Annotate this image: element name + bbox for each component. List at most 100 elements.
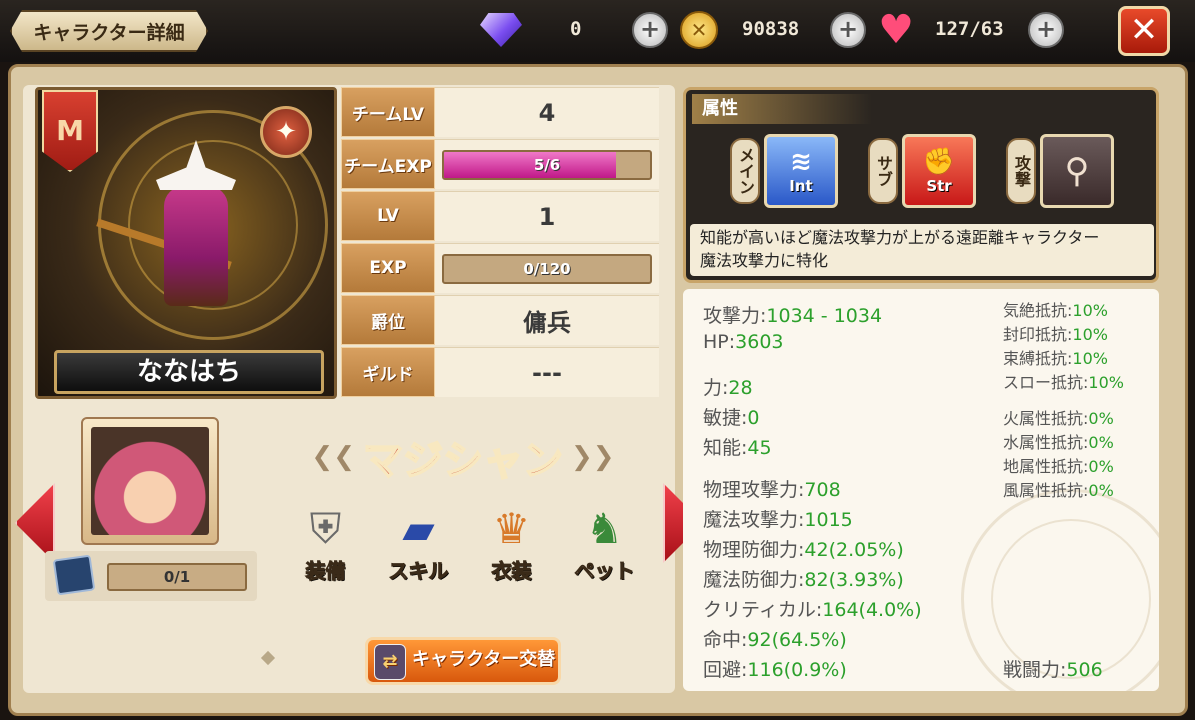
team-lv-label: チームLV: [341, 87, 435, 137]
swap-character-button[interactable]: ⇄ キャラクター交替: [365, 637, 561, 685]
character-sprite: [164, 186, 228, 306]
lv-value: 1: [435, 191, 659, 241]
stat-bind-resist: 束縛抵抗:10%: [1003, 349, 1108, 368]
stat-seal-resist: 封印抵抗:10%: [1003, 325, 1108, 344]
spellbook-icon: ▰: [402, 504, 435, 553]
attribute-description: 知能が高いほど魔法攻撃力が上がる遠距離キャラクター 魔法攻撃力に特化: [690, 224, 1154, 276]
gold-coin-icon: ✕: [680, 11, 718, 49]
costume-icon: ♛: [492, 504, 531, 553]
top-bar: キャラクター詳細 0 + ✕ 90838 + ♥ 127/63 + ✕: [0, 0, 1195, 62]
stat-slow-resist: スロー抵抗:10%: [1003, 373, 1124, 392]
card-icon: [52, 554, 96, 596]
character-face-frame[interactable]: [81, 417, 219, 545]
equip-label: 装備: [305, 559, 346, 584]
pet-label: ペット: [574, 559, 635, 584]
magic-staff-icon[interactable]: ⚲: [1040, 134, 1114, 208]
stat-wind-resist: 風属性抵抗:0%: [1003, 481, 1114, 500]
stat-physical-defense: 物理防御力:42(2.05%): [703, 539, 904, 561]
exp-bar: 0/120: [442, 253, 652, 284]
add-gems-button[interactable]: +: [632, 12, 668, 48]
equip-button[interactable]: ⛨ 装備: [285, 499, 367, 599]
stat-evasion: 回避:116(0.9%): [703, 659, 847, 681]
sub-attribute-abbr: Str: [926, 177, 952, 195]
exp-row: EXP 0/120: [341, 243, 659, 293]
gold-counter: ✕: [680, 10, 718, 50]
sub-attribute: サブ ✊ Str: [868, 134, 976, 208]
sub-tag: サブ: [868, 138, 898, 204]
stat-fire-resist: 火属性抵抗:0%: [1003, 409, 1114, 428]
page-title: キャラクター詳細: [10, 10, 208, 52]
attribute-title: 属性: [692, 94, 872, 124]
team-exp-value: 5/6: [533, 155, 561, 174]
stat-hp: HP:3603: [703, 331, 784, 353]
add-stamina-button[interactable]: +: [1028, 12, 1064, 48]
card-count: 0/1: [107, 563, 247, 591]
main-tag: メイン: [730, 138, 760, 204]
gem-icon: [480, 13, 522, 47]
stamina-counter: ♥: [876, 10, 916, 50]
armor-icon: ⛨: [309, 504, 342, 553]
stat-combat-power: 戦闘力:506: [1003, 659, 1103, 681]
heart-icon: ♥: [878, 7, 914, 53]
gem-counter: [480, 10, 522, 50]
rank-emblem-icon: ✦: [260, 106, 312, 158]
class-plate: ❮❮ マジシャン ❯❯: [275, 423, 651, 491]
guild-label: ギルド: [341, 347, 435, 397]
close-button[interactable]: ✕: [1118, 6, 1170, 56]
exp-label: EXP: [341, 243, 435, 293]
attribute-description-line1: 知能が高いほど魔法攻撃力が上がる遠距離キャラクター: [700, 228, 1100, 247]
profile-table: チームLV 4 チームEXP 5/6 LV 1 EXP 0/120 爵位 傭兵 …: [341, 87, 659, 399]
team-exp-label: チームEXP: [341, 139, 435, 189]
card-counter: 0/1: [45, 551, 257, 601]
main-attribute-abbr: Int: [789, 177, 813, 195]
attribute-panel: 属性 メイン ≋ Int サブ ✊ Str 攻撃 ⚲ 知能が高いほど魔法攻撃力が…: [683, 87, 1159, 283]
strength-fist-icon[interactable]: ✊ Str: [902, 134, 976, 208]
stat-attack: 攻撃力:1034 - 1034: [703, 305, 883, 327]
costume-button[interactable]: ♛ 衣装: [471, 499, 553, 599]
rank-value: 傭兵: [435, 295, 659, 345]
stat-int: 知能:45: [703, 437, 772, 459]
team-exp-bar: 5/6: [442, 149, 652, 180]
intelligence-icon[interactable]: ≋ Int: [764, 134, 838, 208]
character-menu: ⛨ 装備 ▰ スキル ♛ 衣装 ♞ ペット: [279, 499, 651, 599]
main-attribute: メイン ≋ Int: [730, 134, 838, 208]
stat-hit: 命中:92(64.5%): [703, 629, 847, 651]
character-portrait: ✦ ななはち: [35, 87, 337, 399]
swap-character-icon: ⇄: [374, 644, 406, 680]
swap-character-label: キャラクター交替: [412, 649, 556, 670]
add-gold-button[interactable]: +: [830, 12, 866, 48]
team-lv-row: チームLV 4: [341, 87, 659, 137]
character-face-icon: [91, 427, 209, 535]
team-exp-row: チームEXP 5/6: [341, 139, 659, 189]
pet-button[interactable]: ♞ ペット: [564, 499, 646, 599]
stat-stun-resist: 気絶抵抗:10%: [1003, 301, 1108, 320]
ornament-right-icon: ❯❯: [571, 442, 615, 472]
guild-row: ギルド ---: [341, 347, 659, 397]
attack-type: 攻撃 ⚲: [1006, 134, 1114, 208]
stat-earth-resist: 地属性抵抗:0%: [1003, 457, 1114, 476]
gold-count: 90838: [742, 18, 800, 40]
team-lv-value: 4: [435, 87, 659, 137]
stat-water-resist: 水属性抵抗:0%: [1003, 433, 1114, 452]
costume-label: 衣装: [491, 559, 532, 584]
main-frame: ✦ ななはち チームLV 4 チームEXP 5/6 LV 1 EXP: [8, 64, 1188, 716]
attribute-description-line2: 魔法攻撃力に特化: [700, 251, 829, 270]
rank-label: 爵位: [341, 295, 435, 345]
class-name: マジシャン: [362, 437, 564, 485]
stat-magic-defense: 魔法防御力:82(3.93%): [703, 569, 904, 591]
character-name: ななはち: [54, 350, 324, 394]
skill-button[interactable]: ▰ スキル: [378, 499, 460, 599]
gem-count: 0: [570, 18, 582, 40]
stat-physical-attack: 物理攻撃力:708: [703, 479, 841, 501]
stat-str: 力:28: [703, 377, 753, 399]
rank-row: 爵位 傭兵: [341, 295, 659, 345]
stat-magic-attack: 魔法攻撃力:1015: [703, 509, 853, 531]
dragon-icon: ♞: [585, 504, 624, 553]
lv-row: LV 1: [341, 191, 659, 241]
stat-agi: 敏捷:0: [703, 407, 760, 429]
stamina-count: 127/63: [935, 18, 1004, 40]
stat-critical: クリティカル:164(4.0%): [703, 599, 922, 621]
attack-tag: 攻撃: [1006, 138, 1036, 204]
exp-value: 0/120: [523, 259, 571, 278]
skill-label: スキル: [388, 559, 449, 584]
